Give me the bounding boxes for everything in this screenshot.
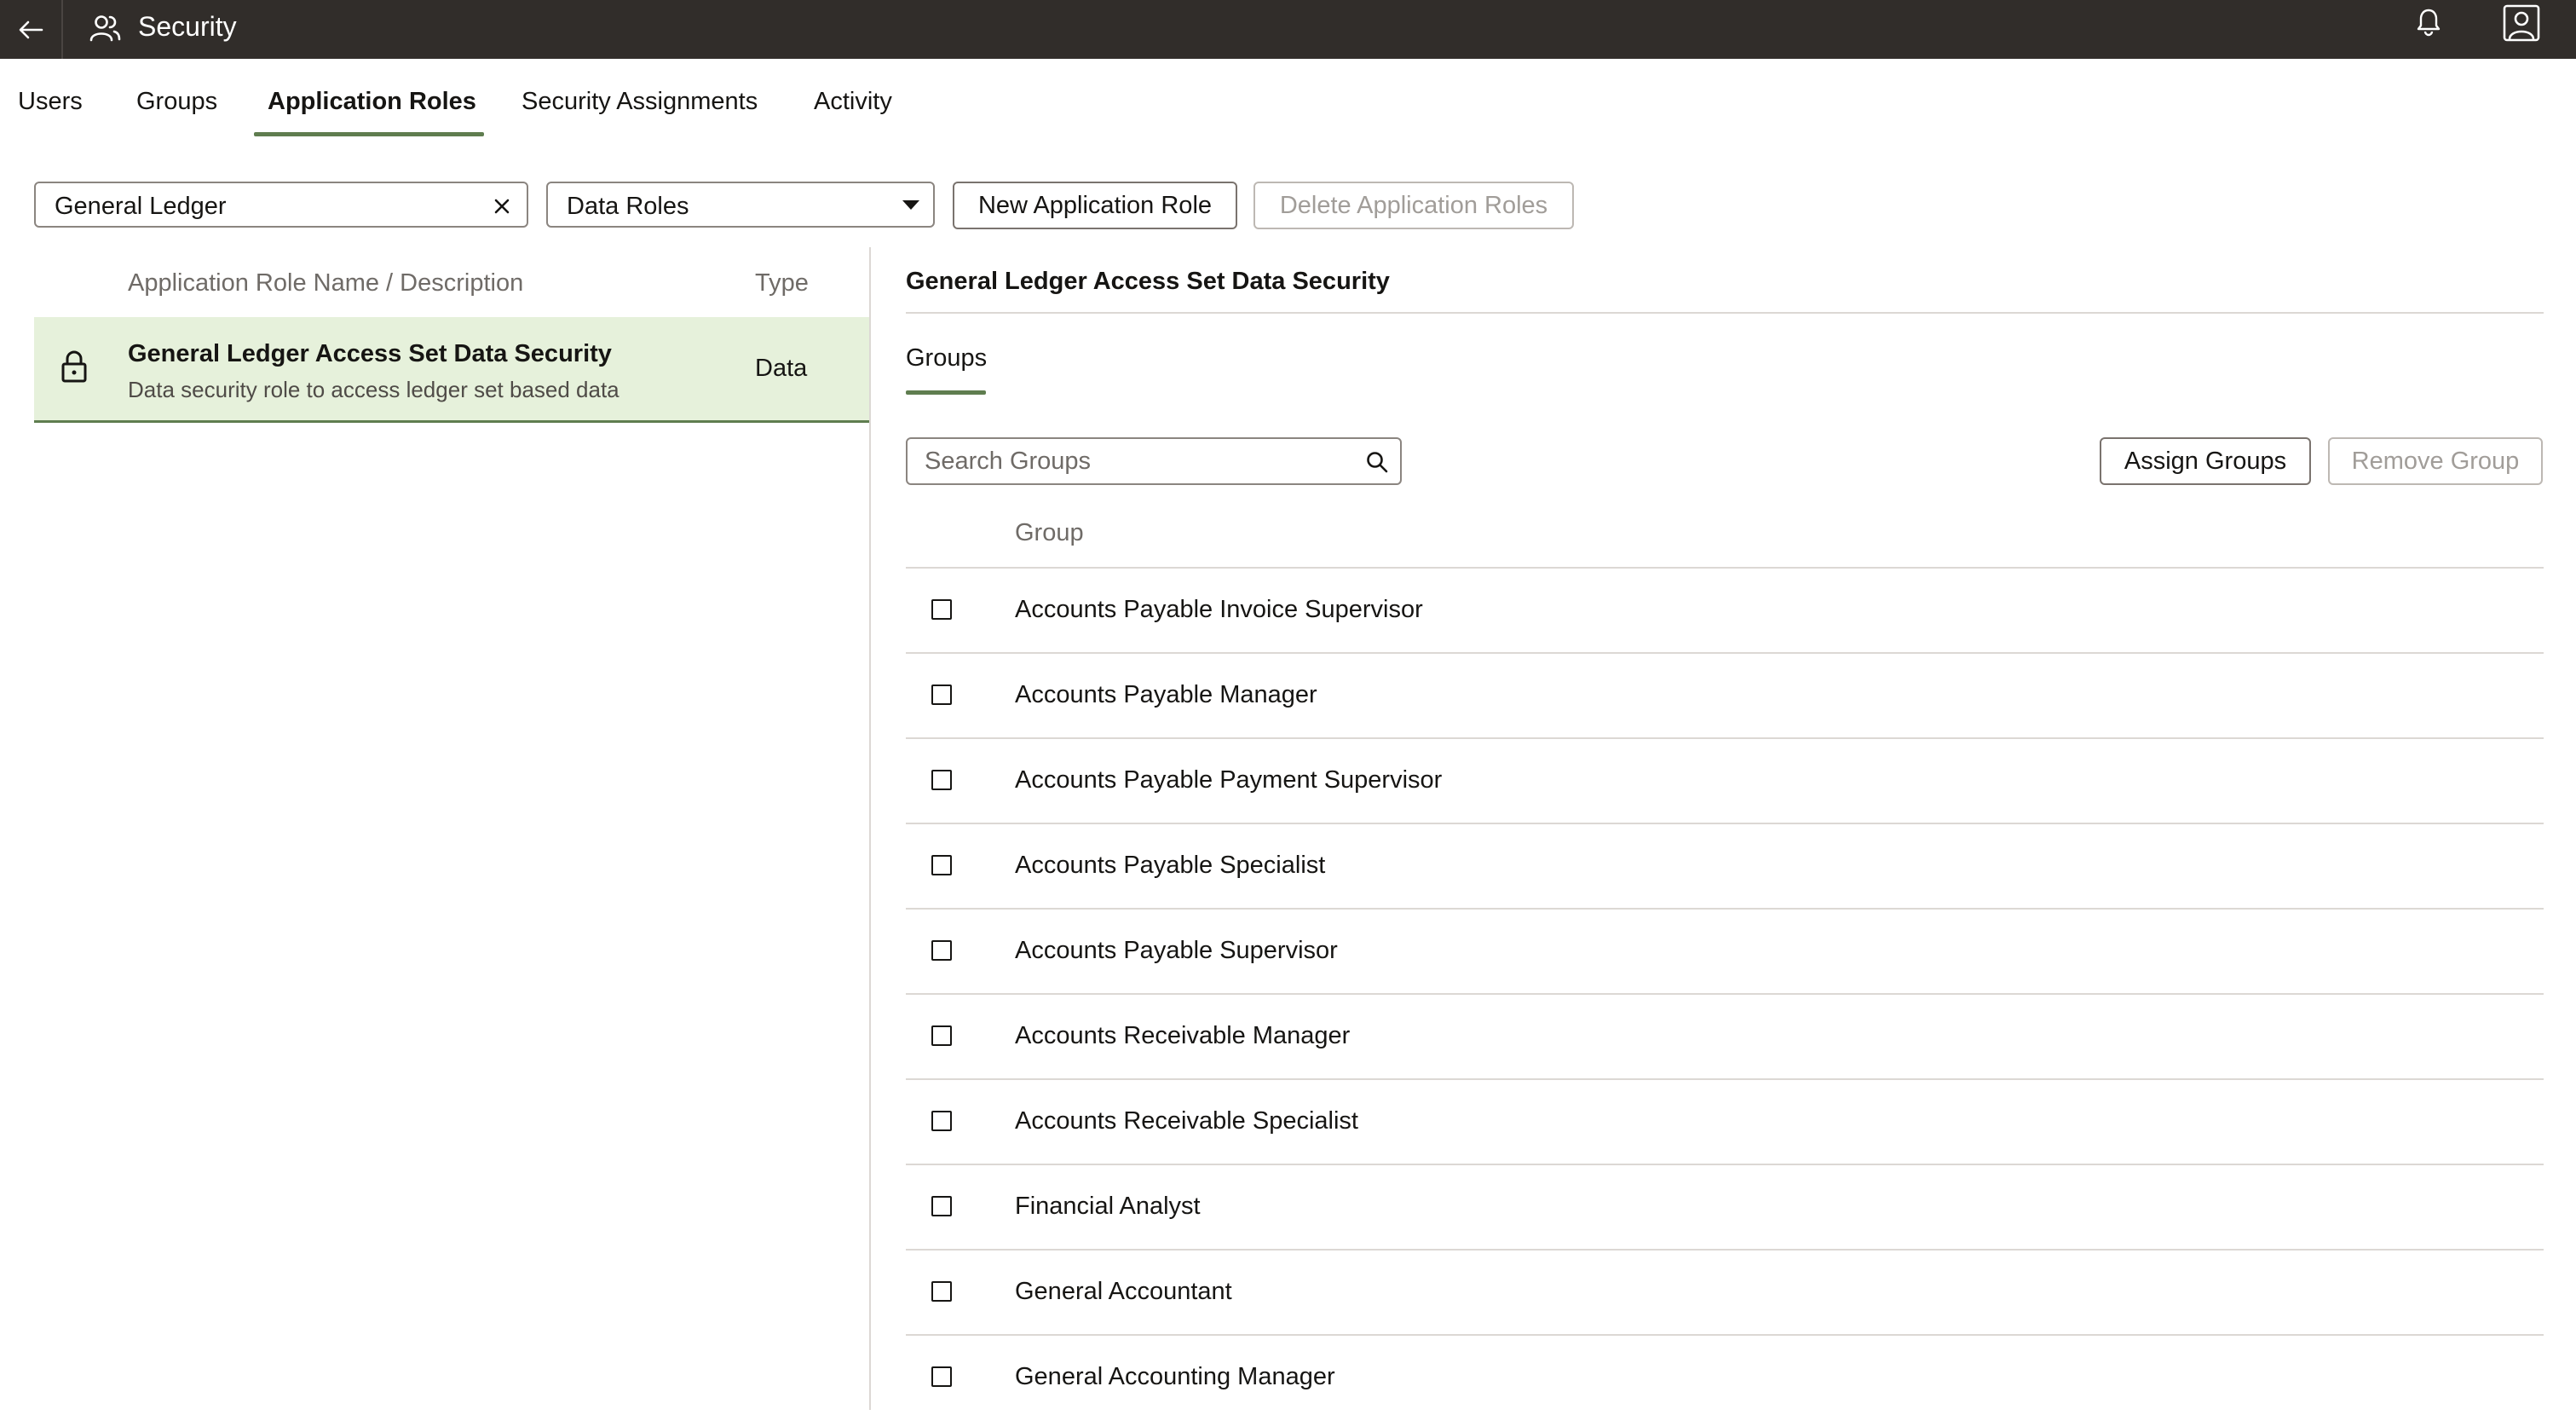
role-description: Data security role to access ledger set … [128, 377, 620, 402]
role-type-value: Data Roles [567, 193, 689, 220]
detail-title: General Ledger Access Set Data Security [906, 268, 1390, 295]
app-title: Security [138, 11, 237, 42]
chevron-down-icon [902, 200, 919, 210]
group-name: General Accountant [1015, 1278, 1232, 1305]
search-groups-input[interactable] [925, 446, 1351, 477]
remove-group-button[interactable]: Remove Group [2328, 437, 2543, 485]
row-checkbox[interactable] [931, 1281, 952, 1302]
group-name: General Accounting Manager [1015, 1363, 1335, 1390]
row-checkbox[interactable] [931, 1196, 952, 1216]
group-name: Accounts Payable Manager [1015, 681, 1317, 708]
lock-icon [61, 350, 87, 383]
delete-application-roles-button[interactable]: Delete Application Roles [1253, 182, 1574, 229]
back-button[interactable] [0, 0, 63, 59]
column-header-type: Type [755, 269, 809, 297]
group-row[interactable]: General Accountant [906, 1251, 2544, 1336]
group-name: Accounts Receivable Manager [1015, 1022, 1351, 1049]
role-type: Data [755, 355, 808, 382]
back-arrow-icon [19, 20, 43, 38]
active-subtab-indicator [906, 390, 986, 395]
role-type-select[interactable]: Data Roles [546, 182, 935, 228]
users-icon [89, 15, 121, 42]
subtab-groups[interactable]: Groups [906, 341, 987, 375]
row-checkbox[interactable] [931, 1111, 952, 1131]
tab-activity[interactable]: Activity [814, 82, 892, 138]
group-row[interactable]: Accounts Payable Payment Supervisor [906, 739, 2544, 824]
row-checkbox[interactable] [931, 855, 952, 875]
group-row[interactable]: Accounts Receivable Specialist [906, 1080, 2544, 1165]
assign-groups-button[interactable]: Assign Groups [2100, 437, 2311, 485]
panel-splitter[interactable] [869, 247, 871, 1410]
search-icon[interactable] [1364, 449, 1390, 475]
row-checkbox[interactable] [931, 940, 952, 961]
role-list-row[interactable]: General Ledger Access Set Data Security … [34, 317, 870, 423]
group-name: Accounts Payable Payment Supervisor [1015, 766, 1443, 794]
group-name: Accounts Payable Supervisor [1015, 937, 1338, 964]
group-row[interactable]: Accounts Payable Specialist [906, 824, 2544, 910]
row-checkbox[interactable] [931, 685, 952, 705]
group-row[interactable]: Accounts Payable Invoice Supervisor [906, 569, 2544, 654]
tab-users[interactable]: Users [18, 82, 83, 138]
group-name: Accounts Payable Invoice Supervisor [1015, 596, 1423, 623]
user-avatar-icon[interactable] [2502, 3, 2541, 43]
row-checkbox[interactable] [931, 599, 952, 620]
role-name: General Ledger Access Set Data Security [128, 340, 612, 367]
tab-security-assignments[interactable]: Security Assignments [522, 82, 758, 138]
row-checkbox[interactable] [931, 1025, 952, 1046]
group-row[interactable]: General Accounting Manager [906, 1336, 2544, 1421]
group-row[interactable]: Accounts Payable Manager [906, 654, 2544, 739]
detail-divider [906, 312, 2544, 314]
group-name: Financial Analyst [1015, 1193, 1201, 1220]
bell-icon[interactable] [2415, 7, 2442, 38]
role-search-value: General Ledger [55, 193, 227, 220]
search-groups-field[interactable] [906, 437, 1402, 485]
tab-groups[interactable]: Groups [136, 82, 217, 138]
row-checkbox[interactable] [931, 1366, 952, 1387]
column-header-role-name: Application Role Name / Description [128, 269, 524, 297]
tab-bar: Users Groups Application Roles Security … [0, 82, 1023, 138]
tab-application-roles[interactable]: Application Roles [268, 82, 476, 138]
clear-icon[interactable] [489, 194, 515, 219]
row-checkbox[interactable] [931, 770, 952, 790]
group-name: Accounts Payable Specialist [1015, 852, 1326, 879]
group-row[interactable]: Accounts Payable Supervisor [906, 910, 2544, 995]
group-row[interactable]: Accounts Receivable Manager [906, 995, 2544, 1080]
column-header-group: Group [1015, 519, 1084, 546]
active-tab-indicator [254, 132, 484, 136]
group-row[interactable]: Financial Analyst [906, 1165, 2544, 1251]
new-application-role-button[interactable]: New Application Role [953, 182, 1237, 229]
role-search-input[interactable]: General Ledger [34, 182, 528, 228]
group-name: Accounts Receivable Specialist [1015, 1107, 1358, 1135]
top-bar: Security [0, 0, 2576, 59]
